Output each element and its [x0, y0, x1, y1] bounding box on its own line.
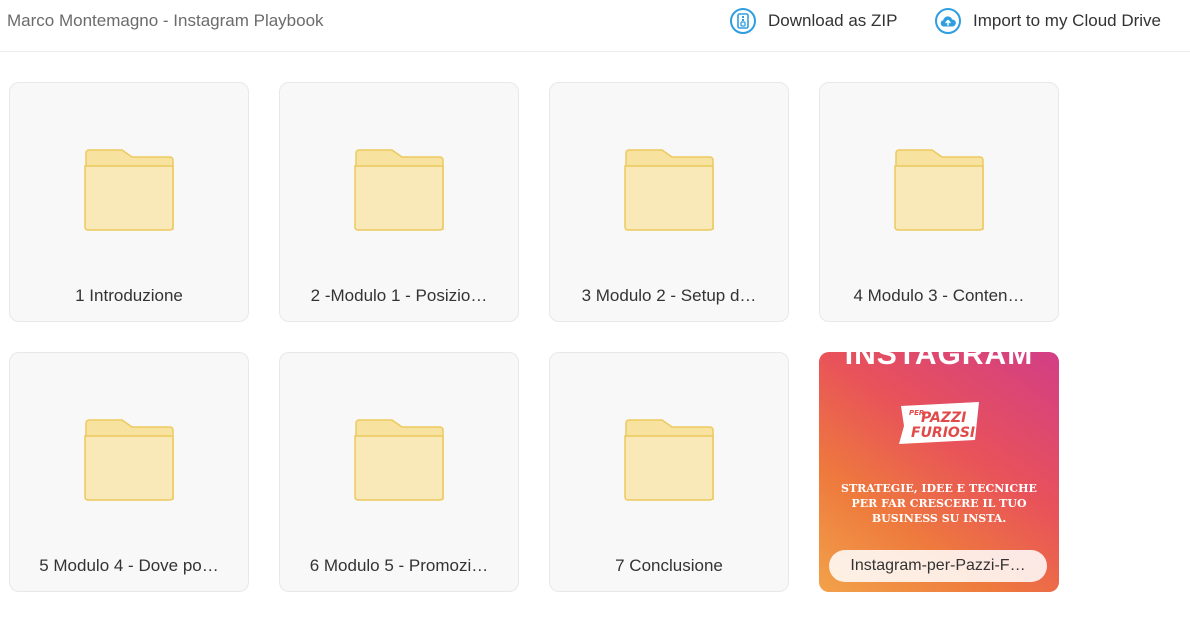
zip-icon: [730, 8, 756, 34]
cloud-upload-icon: [935, 8, 961, 34]
folder-icon: [354, 149, 444, 231]
folder-icon: [354, 419, 444, 501]
top-bar: Marco Montemagno - Instagram Playbook Do…: [0, 0, 1190, 52]
page-title: Marco Montemagno - Instagram Playbook: [7, 11, 324, 30]
import-cloud-drive-label: Import to my Cloud Drive: [973, 11, 1161, 30]
brand-logo: PER PAZZI FURIOSI: [899, 402, 979, 444]
folder-name: 1 Introduzione: [75, 286, 183, 305]
folder-name: 4 Modulo 3 - Conten…: [853, 286, 1025, 305]
folder-tile[interactable]: 4 Modulo 3 - Conten…: [819, 82, 1059, 322]
download-zip-label: Download as ZIP: [768, 11, 898, 30]
svg-text:FURIOSI: FURIOSI: [911, 425, 975, 441]
thumbnail-tagline: STRATEGIE, IDEE E TECNICHE PER FAR CRESC…: [841, 482, 1037, 525]
folder-name: 6 Modulo 5 - Promozi…: [309, 556, 489, 575]
folder-name: 3 Modulo 2 - Setup d…: [581, 286, 757, 305]
folder-tile[interactable]: 6 Modulo 5 - Promozi…: [279, 352, 519, 592]
folder-name: 7 Conclusione: [615, 556, 723, 575]
folder-name: 2 -Modulo 1 - Posizio…: [310, 286, 488, 305]
svg-text:PAZZI: PAZZI: [921, 410, 966, 426]
thumbnail-heading: INSTAGRAM: [844, 352, 1034, 371]
folder-icon: [84, 419, 174, 501]
folder-tile[interactable]: 2 -Modulo 1 - Posizio…: [279, 82, 519, 322]
folder-icon: [84, 149, 174, 231]
file-tile[interactable]: INSTAGRAM PER PAZZI FURIOSI STRATEGIE, I…: [819, 352, 1059, 592]
folder-icon: [624, 149, 714, 231]
folder-icon: [624, 419, 714, 501]
folder-tile[interactable]: 3 Modulo 2 - Setup d…: [549, 82, 789, 322]
import-cloud-drive-button[interactable]: Import to my Cloud Drive: [935, 7, 1161, 35]
folder-tile[interactable]: 7 Conclusione: [549, 352, 789, 592]
folder-name: 5 Modulo 4 - Dove po…: [39, 556, 219, 575]
folder-tile[interactable]: 1 Introduzione: [9, 82, 249, 322]
download-zip-button[interactable]: Download as ZIP: [730, 7, 897, 35]
folder-tile[interactable]: 5 Modulo 4 - Dove po…: [9, 352, 249, 592]
file-name: Instagram-per-Pazzi-F…: [829, 550, 1047, 582]
folder-icon: [894, 149, 984, 231]
